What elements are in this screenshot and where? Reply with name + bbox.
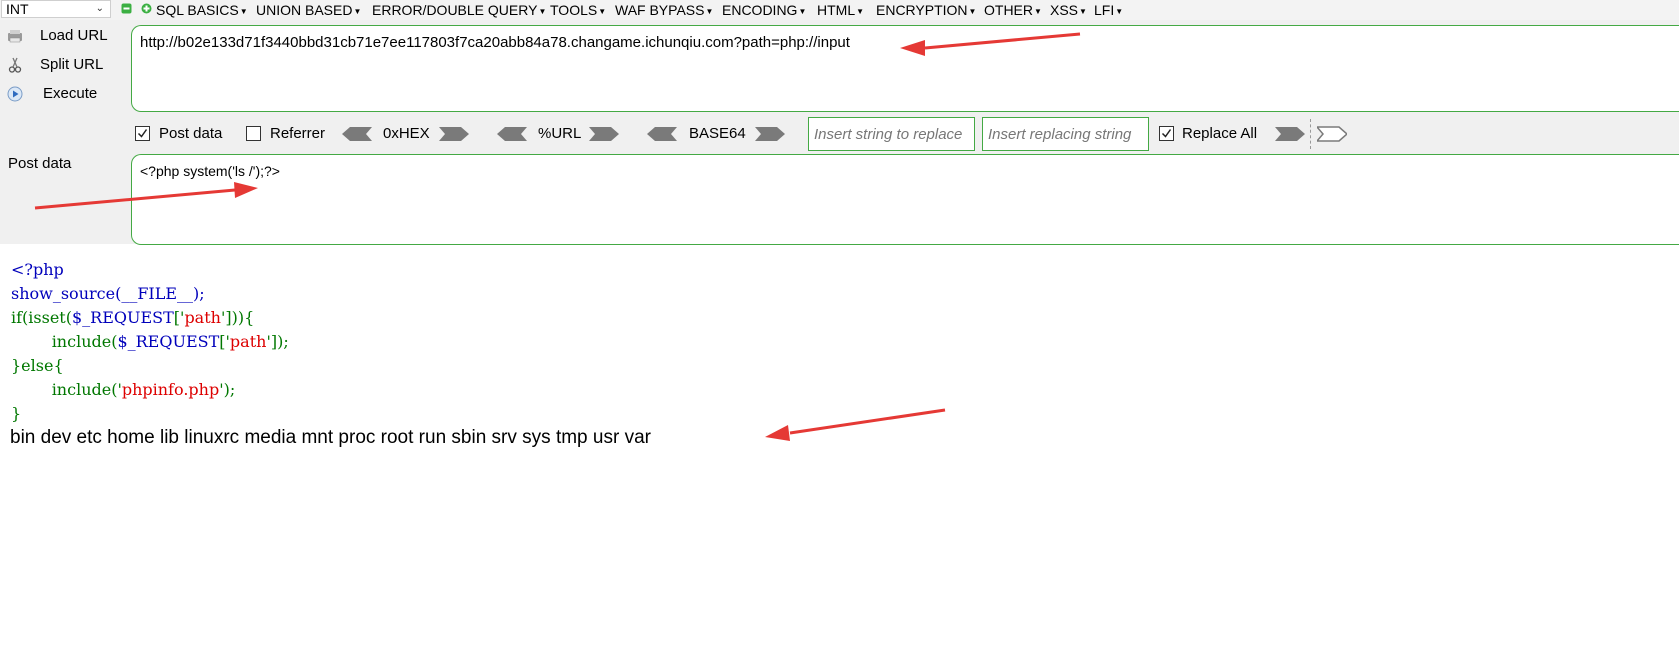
menu-waf-bypass[interactable]: WAF BYPASS▼ [615, 1, 713, 19]
url-encode-arrow-icon[interactable] [589, 126, 619, 142]
menu-error-double-query[interactable]: ERROR/DOUBLE QUERY▼ [372, 1, 546, 19]
source-token: $_REQUEST [71, 308, 174, 327]
hex-label: 0xHEX [383, 125, 430, 142]
caret-down-icon: ▼ [1034, 7, 1042, 16]
replace-with-placeholder: Insert replacing string [988, 126, 1132, 143]
referrer-option-label: Referrer [270, 125, 326, 142]
replace-search-input[interactable]: Insert string to replace [808, 117, 975, 151]
caret-down-icon: ▼ [538, 7, 547, 16]
caret-down-icon: ▼ [353, 7, 362, 16]
split-url-label: Split URL [40, 56, 104, 73]
menu-encryption[interactable]: ENCRYPTION▼ [876, 1, 976, 19]
scissors-icon [8, 57, 22, 73]
base64-decode-arrow-icon[interactable] [647, 126, 677, 142]
checkmark-icon [1161, 129, 1172, 138]
menu-html[interactable]: HTML▼ [817, 1, 864, 19]
post-data-option-label: Post data [159, 125, 223, 142]
menu-label: TOOLS [550, 2, 598, 18]
base64-label: BASE64 [689, 125, 746, 142]
plus-icon[interactable] [141, 3, 152, 14]
replace-undo-arrow-icon[interactable] [1317, 126, 1347, 142]
php-source-listing: <?php show_source(__FILE__); if(isset($_… [11, 258, 289, 426]
type-select-value: INT [6, 1, 29, 17]
menu-label: XSS [1050, 2, 1079, 18]
menu-bar: INT ⌄ SQL BASICS▼ UNION BASED▼ ERROR/DOU… [0, 0, 1679, 20]
source-token: ']); [266, 332, 289, 351]
hex-decode-arrow-icon[interactable] [342, 126, 372, 142]
execute-button[interactable]: Execute [0, 81, 125, 107]
post-data-input[interactable]: <?php system('ls /');?> [131, 154, 1679, 245]
annotation-arrow [765, 408, 946, 441]
source-token: phpinfo.php [121, 380, 220, 399]
source-line: }else{ [11, 356, 64, 375]
caret-down-icon: ▼ [1115, 7, 1124, 16]
replace-with-input[interactable]: Insert replacing string [982, 117, 1149, 151]
source-token: [' [219, 332, 230, 351]
source-token: '); [219, 380, 236, 399]
menu-xss[interactable]: XSS▼ [1050, 1, 1087, 19]
post-data-label: Post data [8, 155, 72, 172]
url-encode-label: %URL [538, 125, 582, 142]
menu-lfi[interactable]: LFI▼ [1094, 1, 1123, 19]
menu-encoding[interactable]: ENCODING▼ [722, 1, 806, 19]
url-input[interactable]: http://b02e133d71f3440bbd31cb71e7ee11780… [131, 25, 1679, 112]
hex-encode-arrow-icon[interactable] [439, 126, 469, 142]
command-output: bin dev etc home lib linuxrc media mnt p… [10, 427, 651, 448]
caret-down-icon: ▼ [968, 7, 977, 16]
menu-label: UNION BASED [256, 2, 353, 18]
url-decode-arrow-icon[interactable] [497, 126, 527, 142]
menu-label: ERROR/DOUBLE QUERY [372, 2, 538, 18]
replace-search-placeholder: Insert string to replace [814, 126, 963, 143]
checkmark-icon [137, 129, 148, 138]
post-data-checkbox[interactable] [135, 126, 150, 141]
execute-label: Execute [43, 85, 98, 102]
chevron-down-icon: ⌄ [95, 3, 104, 14]
source-token: include( [51, 332, 118, 351]
caret-down-icon: ▼ [798, 7, 807, 16]
source-line: } [11, 404, 22, 423]
source-line: <?php [11, 260, 64, 279]
source-line: show_source(__FILE__); [11, 284, 205, 303]
caret-down-icon: ▼ [598, 7, 607, 16]
source-token: path [184, 308, 221, 327]
menu-union-based[interactable]: UNION BASED▼ [256, 1, 361, 19]
caret-down-icon: ▼ [705, 7, 714, 16]
split-url-button[interactable]: Split URL [0, 52, 125, 78]
source-token: include(' [51, 380, 122, 399]
menu-label: OTHER [984, 2, 1033, 18]
toolbar-divider [1310, 119, 1311, 149]
replace-run-arrow-icon[interactable] [1275, 126, 1305, 142]
menu-label: LFI [1094, 2, 1115, 18]
replace-all-label: Replace All [1182, 125, 1258, 142]
menu-label: WAF BYPASS [615, 2, 705, 18]
base64-encode-arrow-icon[interactable] [755, 126, 785, 142]
menu-label: SQL BASICS [156, 2, 239, 18]
post-data-value: <?php system('ls /');?> [140, 163, 280, 179]
source-token: path [229, 332, 267, 351]
type-select[interactable]: INT ⌄ [1, 0, 111, 18]
menu-tools[interactable]: TOOLS▼ [550, 1, 606, 19]
source-token: $_REQUEST [117, 332, 220, 351]
caret-down-icon: ▼ [239, 7, 248, 16]
request-panel: Load URL Split URL Execute http://b02e13… [0, 20, 1679, 245]
source-token: if(isset( [11, 308, 72, 327]
load-url-icon [8, 30, 22, 43]
caret-down-icon: ▼ [856, 7, 865, 16]
menu-sql-basics[interactable]: SQL BASICS▼ [156, 1, 248, 19]
referrer-checkbox[interactable] [246, 126, 261, 141]
load-url-button[interactable]: Load URL [0, 23, 125, 49]
replace-all-checkbox[interactable] [1159, 126, 1174, 141]
menu-label: ENCRYPTION [876, 2, 968, 18]
menu-label: ENCODING [722, 2, 798, 18]
load-url-label: Load URL [40, 27, 108, 44]
source-token: '])){ [220, 308, 255, 327]
minus-icon[interactable] [121, 3, 132, 14]
url-value: http://b02e133d71f3440bbd31cb71e7ee11780… [140, 34, 850, 51]
caret-down-icon: ▼ [1079, 7, 1087, 16]
menu-other[interactable]: OTHER▼ [984, 1, 1042, 19]
menu-label: HTML [817, 2, 856, 18]
source-token: [' [173, 308, 185, 327]
play-icon [7, 86, 23, 102]
